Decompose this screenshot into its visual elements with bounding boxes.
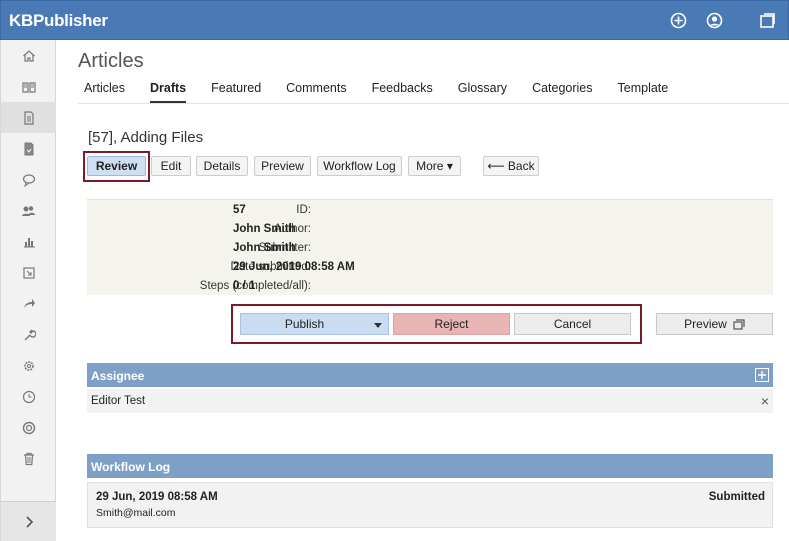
review-button[interactable]: Review [87, 156, 146, 176]
tab-bar: Articles Drafts Featured Comments Feedba… [84, 81, 693, 103]
user-icon[interactable] [704, 10, 724, 30]
sidebar [0, 40, 56, 541]
tab-articles[interactable]: Articles [84, 81, 125, 103]
workflow-log-entry: 29 Jun, 2019 08:58 AM Smith@mail.com Sub… [87, 482, 773, 528]
details-button[interactable]: Details [196, 156, 248, 176]
sidebar-item-users[interactable] [1, 195, 56, 226]
info-row: Steps (completed/all): 0 / 1 [87, 276, 773, 295]
cancel-button[interactable]: Cancel [514, 313, 631, 335]
bar-chart-icon [23, 237, 35, 247]
tabs-divider [78, 103, 789, 104]
sidebar-item-home[interactable] [1, 40, 56, 71]
info-value: 0 / 1 [233, 280, 256, 292]
book-icon [21, 81, 36, 93]
info-row: Submitter: John Smith [87, 238, 773, 257]
tab-categories[interactable]: Categories [532, 81, 592, 103]
info-label: ID: [296, 204, 311, 216]
article-info-table: ID: 57 Author: John Smith Submitter: Joh… [87, 199, 773, 295]
brand-logo[interactable]: KBPublisher [9, 11, 108, 31]
lifebuoy-icon [22, 421, 35, 434]
tab-glossary[interactable]: Glossary [458, 81, 507, 103]
import-icon [22, 266, 35, 279]
log-status: Submitted [708, 491, 765, 503]
sidebar-item-logs[interactable] [1, 381, 56, 412]
edit-button[interactable]: Edit [151, 156, 191, 176]
assignee-name: Editor Test [91, 395, 146, 407]
info-row: ID: 57 [87, 200, 773, 219]
info-value: 29 Jun, 2019 08:58 AM [233, 261, 355, 273]
file-icon [24, 142, 33, 155]
publish-label: Publish [284, 317, 325, 331]
info-label: Steps (completed/all): [199, 280, 311, 292]
sidebar-item-export[interactable] [1, 288, 56, 319]
workflow-log-header: Workflow Log [87, 454, 773, 478]
info-row: Author: John Smith [87, 219, 773, 238]
log-email: Smith@mail.com [96, 507, 176, 519]
sidebar-item-import[interactable] [1, 257, 56, 288]
assignee-title: Assignee [91, 369, 145, 383]
reject-button[interactable]: Reject [393, 313, 510, 335]
add-assignee-icon[interactable] [755, 368, 769, 382]
clock-icon [22, 390, 35, 403]
sidebar-item-knowledgebase[interactable] [1, 71, 56, 102]
share-arrow-icon [23, 298, 35, 308]
trash-icon [23, 452, 34, 465]
info-value: John Smith [233, 242, 296, 254]
sidebar-item-tools[interactable] [1, 319, 56, 350]
remove-assignee-icon[interactable]: × [761, 393, 769, 409]
tab-drafts[interactable]: Drafts [149, 81, 187, 103]
top-header: KBPublisher [0, 0, 789, 40]
preview-action-button[interactable]: Preview [656, 313, 773, 335]
info-row: Date submitted: 29 Jun, 2019 08:58 AM [87, 257, 773, 276]
sidebar-item-settings[interactable] [1, 350, 56, 381]
back-button[interactable]: ⟵ Back [483, 156, 539, 176]
caret-down-icon [374, 323, 382, 328]
tab-feedbacks[interactable]: Feedbacks [372, 81, 433, 103]
plus-circle-icon[interactable] [668, 10, 688, 30]
home-icon [22, 49, 35, 62]
users-icon [22, 205, 35, 216]
sidebar-item-files[interactable] [1, 133, 56, 164]
page-title: Articles [78, 50, 144, 72]
sidebar-item-trash[interactable] [1, 443, 56, 474]
sidebar-item-reports[interactable] [1, 226, 56, 257]
sidebar-item-comments[interactable] [1, 164, 56, 195]
tab-template[interactable]: Template [618, 81, 669, 103]
info-value: John Smith [233, 223, 296, 235]
preview-action-label: Preview [684, 317, 727, 331]
workflow-log-button[interactable]: Workflow Log [317, 156, 402, 176]
publish-button[interactable]: Publish [240, 313, 389, 335]
assignee-row: Editor Test × [87, 389, 773, 413]
window-icon[interactable] [757, 10, 777, 30]
info-value: 57 [233, 204, 246, 216]
sidebar-expand-button[interactable] [1, 501, 56, 541]
gear-icon [23, 360, 34, 371]
sidebar-item-articles[interactable] [1, 102, 56, 133]
wrench-icon [24, 329, 36, 340]
tab-comments[interactable]: Comments [286, 81, 346, 103]
document-icon [23, 110, 34, 125]
chevron-right-icon [25, 515, 33, 528]
window-icon [733, 318, 745, 330]
preview-button[interactable]: Preview [254, 156, 311, 176]
comment-icon [22, 173, 35, 187]
tab-featured[interactable]: Featured [211, 81, 261, 103]
article-title: [57], Adding Files [88, 129, 204, 146]
log-date: 29 Jun, 2019 08:58 AM [96, 491, 218, 503]
assignee-header: Assignee [87, 363, 773, 387]
more-button[interactable]: More ▾ [408, 156, 461, 176]
sidebar-item-help[interactable] [1, 412, 56, 443]
